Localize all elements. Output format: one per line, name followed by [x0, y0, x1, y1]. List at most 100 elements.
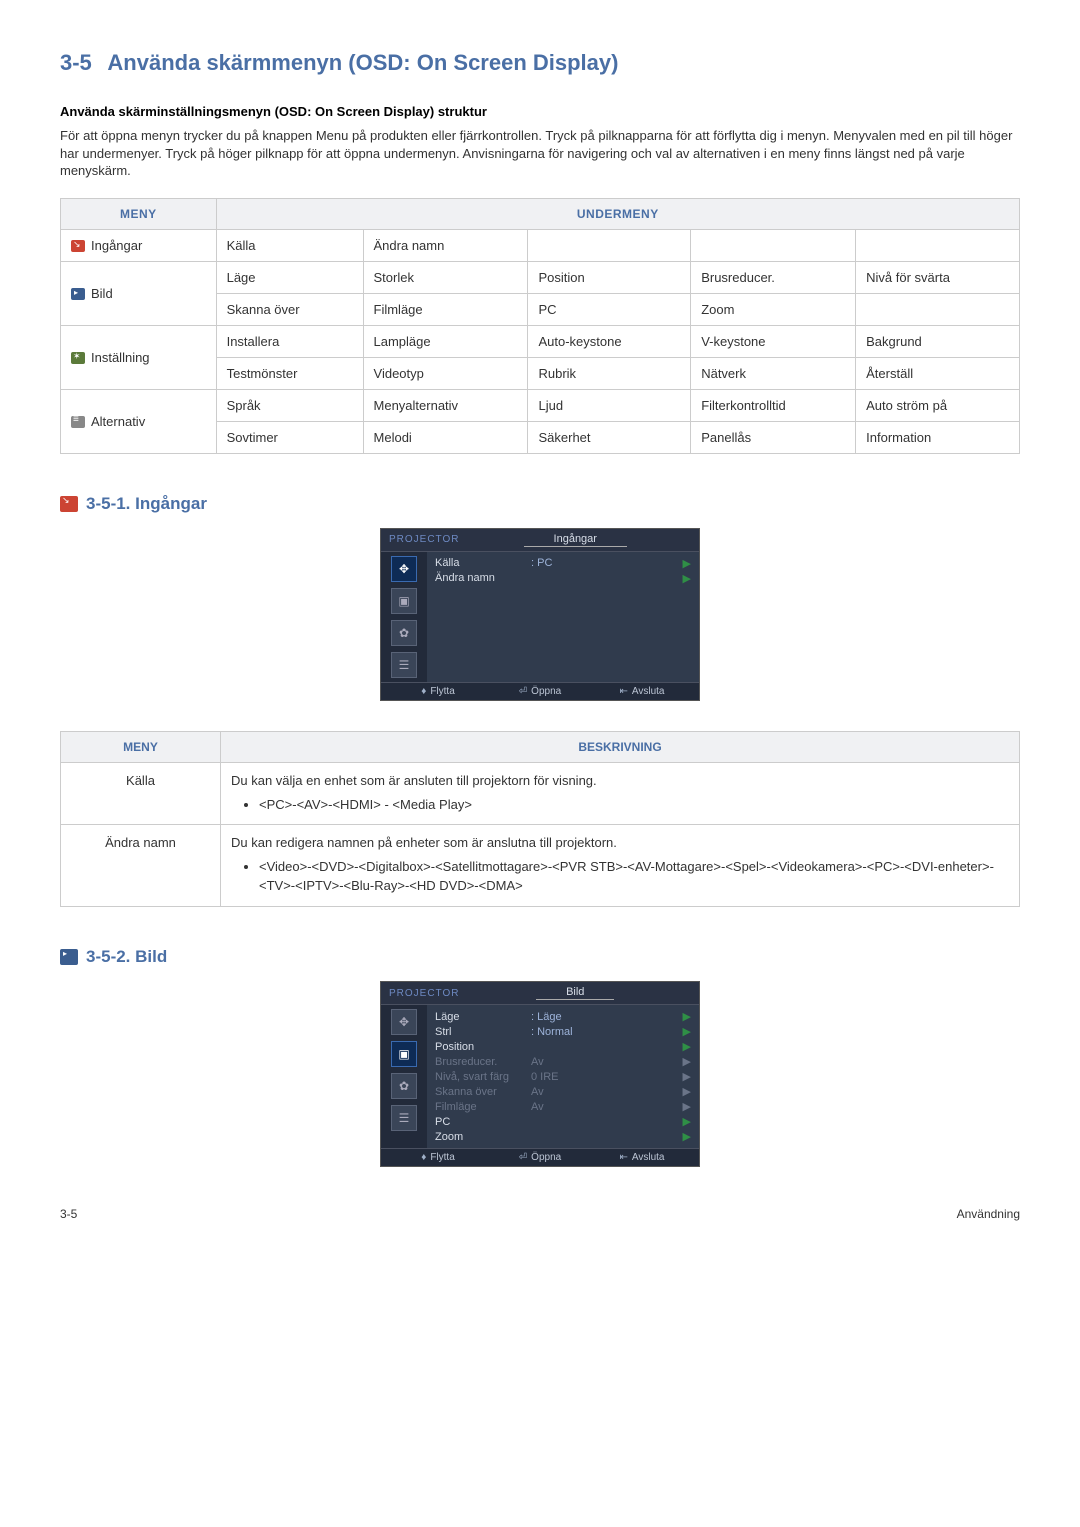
- osd-row-value: : Läge: [525, 1011, 683, 1023]
- th-desc-menu: MENY: [61, 731, 221, 762]
- osd-row[interactable]: Skanna överAv▶: [435, 1084, 691, 1099]
- menu-row-label-text: Ingångar: [91, 238, 142, 253]
- osd-row[interactable]: Ändra namn▶: [435, 571, 691, 586]
- submenu-cell: Melodi: [363, 421, 528, 453]
- osd1-projector: PROJECTOR: [389, 534, 460, 545]
- osd-row[interactable]: FilmlägeAv▶: [435, 1099, 691, 1114]
- osd-row-label: Brusreducer.: [435, 1056, 525, 1068]
- subsection-1-heading: 3-5-1. Ingångar: [60, 494, 1020, 514]
- inputs-description-table: MENY BESKRIVNING KällaDu kan välja en en…: [60, 731, 1020, 908]
- submenu-cell: Ändra namn: [363, 229, 528, 261]
- osd1-tab-setup-icon[interactable]: ✿: [391, 620, 417, 646]
- desc-bullet: <Video>-<DVD>-<Digitalbox>-<Satellitmott…: [259, 858, 1009, 896]
- submenu-cell: [856, 229, 1020, 261]
- section-title: Använda skärmmenyn (OSD: On Screen Displ…: [107, 50, 618, 75]
- osd2-tab-option-icon[interactable]: ☰: [391, 1105, 417, 1131]
- sec2-title: Bild: [135, 947, 167, 966]
- submenu-cell: Auto-keystone: [528, 325, 691, 357]
- submenu-cell: Återställ: [856, 357, 1020, 389]
- footer-left: 3-5: [60, 1207, 77, 1221]
- submenu-cell: Nivå för svärta: [856, 261, 1020, 293]
- submenu-cell: PC: [528, 293, 691, 325]
- osd2-sidebar: ✥ ▣ ✿ ☰: [381, 1005, 427, 1148]
- subsection-2-heading: 3-5-2. Bild: [60, 947, 1020, 967]
- osd2-footer-open: Öppna: [531, 1152, 561, 1163]
- osd1-footer-move: Flytta: [430, 686, 454, 697]
- osd-row[interactable]: Källa: PC▶: [435, 556, 691, 571]
- exit-icon: ⇤: [619, 1152, 627, 1163]
- section-number: 3-5: [60, 50, 92, 75]
- menu-row-icon: [71, 352, 85, 364]
- osd-row-value: Av: [525, 1056, 683, 1068]
- chevron-right-icon: ▶: [683, 1130, 691, 1143]
- menu-row-label: Ingångar: [61, 229, 217, 261]
- osd-row-label: Position: [435, 1041, 525, 1053]
- desc-bullet: <PC>-<AV>-<HDMI> - <Media Play>: [259, 796, 1009, 815]
- osd-row-value: : Normal: [525, 1026, 683, 1038]
- submenu-cell: Källa: [216, 229, 363, 261]
- submenu-cell: Filmläge: [363, 293, 528, 325]
- osd-row-value: 0 IRE: [525, 1071, 683, 1083]
- osd-row-label: Filmläge: [435, 1101, 525, 1113]
- osd2-tab-picture-icon[interactable]: ▣: [391, 1041, 417, 1067]
- section-heading: 3-5 Använda skärmmenyn (OSD: On Screen D…: [60, 50, 1020, 76]
- chevron-right-icon: ▶: [683, 1025, 691, 1038]
- osd-row[interactable]: PC▶: [435, 1114, 691, 1129]
- move-icon: ♦: [421, 686, 426, 697]
- desc-menu-cell: Ändra namn: [61, 825, 221, 907]
- osd-row[interactable]: Zoom ▶: [435, 1129, 691, 1144]
- submenu-cell: Storlek: [363, 261, 528, 293]
- submenu-cell: Säkerhet: [528, 421, 691, 453]
- submenu-cell: Zoom: [691, 293, 856, 325]
- submenu-cell: Bakgrund: [856, 325, 1020, 357]
- footer-right: Användning: [957, 1207, 1020, 1221]
- submenu-cell: [691, 229, 856, 261]
- osd1-tab-option-icon[interactable]: ☰: [391, 652, 417, 678]
- submenu-cell: Auto ström på: [856, 389, 1020, 421]
- osd2-projector: PROJECTOR: [389, 988, 460, 999]
- submenu-cell: Information: [856, 421, 1020, 453]
- osd1-footer-exit: Avsluta: [632, 686, 665, 697]
- th-desc-desc: BESKRIVNING: [221, 731, 1020, 762]
- osd-row-label: Källa: [435, 557, 525, 569]
- submenu-cell: Installera: [216, 325, 363, 357]
- enter-icon: ⏎: [519, 1152, 527, 1163]
- osd1-sidebar: ✥ ▣ ✿ ☰: [381, 552, 427, 682]
- osd2-tab-inputs-icon[interactable]: ✥: [391, 1009, 417, 1035]
- enter-icon: ⏎: [519, 686, 527, 697]
- menu-row-icon: [71, 416, 85, 428]
- submenu-cell: Ljud: [528, 389, 691, 421]
- osd-row[interactable]: Läge: Läge▶: [435, 1009, 691, 1024]
- submenu-cell: Filterkontrolltid: [691, 389, 856, 421]
- sec1-number: 3-5-1.: [86, 494, 130, 513]
- desc-body-cell: Du kan välja en enhet som är ansluten ti…: [221, 762, 1020, 825]
- osd-row-label: Läge: [435, 1011, 525, 1023]
- osd2-title: Bild: [536, 986, 614, 1000]
- osd-row-label: Zoom: [435, 1131, 525, 1143]
- submenu-cell: Panellås: [691, 421, 856, 453]
- menu-row-label-text: Bild: [91, 286, 113, 301]
- osd1-tab-inputs-icon[interactable]: ✥: [391, 556, 417, 582]
- osd-row-label: PC: [435, 1116, 525, 1128]
- chevron-right-icon: ▶: [683, 1040, 691, 1053]
- osd1-tab-picture-icon[interactable]: ▣: [391, 588, 417, 614]
- menu-row-label: Inställning: [61, 325, 217, 389]
- osd2-tab-setup-icon[interactable]: ✿: [391, 1073, 417, 1099]
- submenu-cell: V-keystone: [691, 325, 856, 357]
- osd-row[interactable]: Nivå, svart färg0 IRE▶: [435, 1069, 691, 1084]
- osd-row-value: Av: [525, 1086, 683, 1098]
- osd-row[interactable]: Position ▶: [435, 1039, 691, 1054]
- osd-row[interactable]: Brusreducer.Av▶: [435, 1054, 691, 1069]
- menu-row-label-text: Inställning: [91, 350, 150, 365]
- picture-icon: [60, 949, 78, 965]
- menu-row-label: Alternativ: [61, 389, 217, 453]
- menu-row-icon: [71, 288, 85, 300]
- chevron-right-icon: ▶: [683, 557, 691, 570]
- osd1-title: Ingångar: [524, 533, 627, 547]
- osd-screenshot-picture: PROJECTOR Bild ✥ ▣ ✿ ☰ Läge: Läge▶Strl: …: [380, 981, 700, 1167]
- submenu-cell: Position: [528, 261, 691, 293]
- menu-row-icon: [71, 240, 85, 252]
- sec1-title: Ingångar: [135, 494, 207, 513]
- osd-row[interactable]: Strl: Normal▶: [435, 1024, 691, 1039]
- menu-row-label: Bild: [61, 261, 217, 325]
